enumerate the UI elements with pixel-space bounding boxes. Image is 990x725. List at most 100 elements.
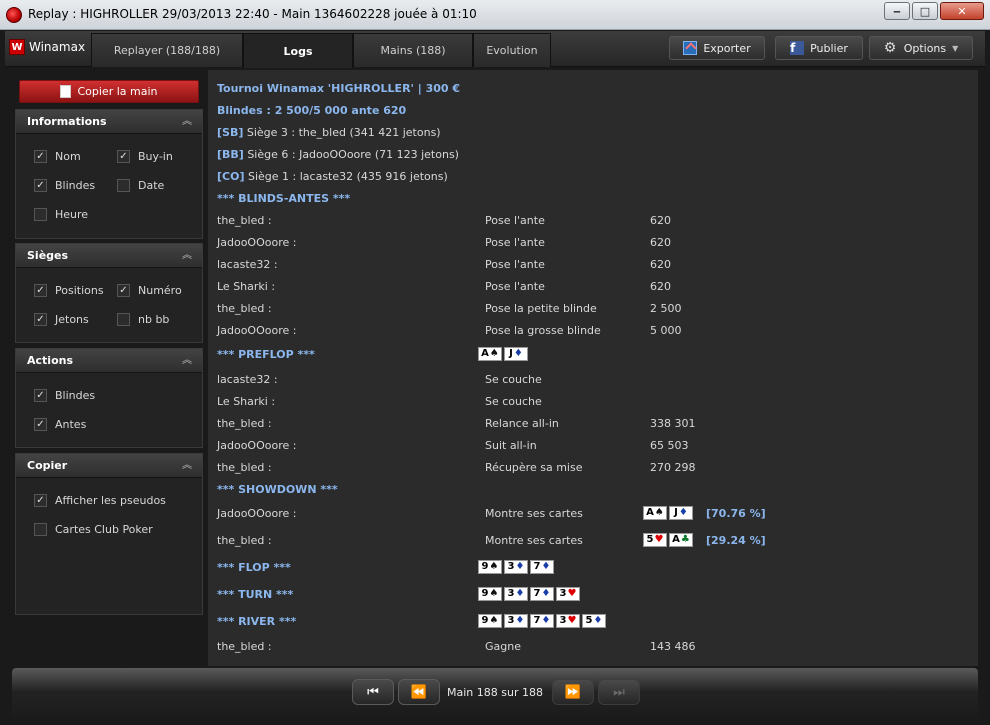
action-text: Pose l'ante [485,236,545,249]
gear-icon: ⚙ [883,40,897,56]
publish-label: Publier [810,41,848,55]
option-nom[interactable]: ✓ Nom [34,150,81,163]
checkbox-unchecked[interactable] [117,179,130,192]
copy-hand-button[interactable]: Copier la main [19,80,199,103]
action-amount: 620 [650,214,671,227]
option-label: Buy-in [138,150,173,163]
next-hand-button[interactable]: ⏩ [552,679,594,705]
checkbox-checked[interactable]: ✓ [117,284,130,297]
option-label: Antes [55,418,87,431]
first-hand-button[interactable]: ⏮ [352,679,394,705]
checkbox-checked[interactable]: ✓ [34,389,47,402]
action-text: Gagne [485,640,521,653]
checkbox-unchecked[interactable] [34,523,47,536]
previous-hand-button[interactable]: ⏪ [398,679,440,705]
window-title: Replay : HIGHROLLER 29/03/2013 22:40 - M… [28,7,477,21]
option-label: Date [138,179,165,192]
action-amount: 2 500 [650,302,682,315]
section-turn: *** TURN *** [217,588,294,601]
playing-card: A ♠ [643,506,667,520]
option-heure[interactable]: Heure [34,208,88,221]
showdown-row: JadooOOoore : Montre ses cartes A ♠ J ♦ [7… [217,506,817,522]
action-text: Pose la grosse blinde [485,324,601,337]
panel-header[interactable]: Copier ︽ [16,454,202,478]
option-blindes-actions[interactable]: ✓ Blindes [34,389,95,402]
player-name: JadooOOoore : [217,507,297,520]
checkbox-unchecked[interactable] [34,208,47,221]
close-icon[interactable]: ✕ [940,2,984,20]
checkbox-unchecked[interactable] [117,313,130,326]
playing-card: 7 ♦ [530,614,554,628]
playing-card: 3 ♦ [504,560,528,574]
checkbox-checked[interactable]: ✓ [34,284,47,297]
option-antes[interactable]: ✓ Antes [34,418,86,431]
maximize-icon[interactable]: □ [912,2,938,20]
tab-logs[interactable]: Logs [243,33,353,68]
tab-mains[interactable]: Mains (188) [353,33,473,67]
player-name: JadooOOoore : [217,324,297,337]
panel-title: Sièges [27,249,69,262]
panel-header[interactable]: Informations ︽ [16,110,202,134]
option-numero[interactable]: ✓ Numéro [117,284,182,297]
action-text: Pose la petite blinde [485,302,597,315]
checkbox-checked[interactable]: ✓ [34,150,47,163]
panel-title: Copier [27,459,68,472]
playing-card: 7 ♦ [530,560,554,574]
seat-text: Siège 3 : the_bled (341 421 jetons) [243,126,441,139]
seat-row: [SB] Siège 3 : the_bled (341 421 jetons) [217,125,441,141]
panel-sieges: Sièges ︽ ✓ Positions ✓ Numéro ✓ Jetons nb b… [15,243,203,343]
options-button[interactable]: ⚙ Options ▼ [869,36,973,60]
action-text: Récupère sa mise [485,461,583,474]
collapse-icon[interactable]: ︽ [182,460,192,470]
collapse-icon[interactable]: ︽ [182,116,192,126]
option-pseudos[interactable]: ✓ Afficher les pseudos [34,494,166,507]
player-name: lacaste32 : [217,373,278,386]
option-club[interactable]: Cartes Club Poker [34,523,153,536]
showdown-row: the_bled : Montre ses cartes 5 ♥ A ♣ [29.2… [217,533,817,549]
minimize-icon[interactable]: ‒ [884,2,910,20]
copy-hand-label: Copier la main [77,85,158,98]
action-row: the_bled : Pose l'ante 620 [217,213,817,229]
export-button[interactable]: Exporter [669,36,765,60]
collapse-icon[interactable]: ︽ [182,250,192,260]
action-amount: 143 486 [650,640,696,653]
playing-card: 9 ♠ [478,560,502,574]
action-amount: 5 000 [650,324,682,337]
panel-header[interactable]: Sièges ︽ [16,244,202,268]
tab-evolution[interactable]: Evolution [473,33,551,67]
action-amount: 270 298 [650,461,696,474]
player-name: the_bled : [217,640,272,653]
window-titlebar: Replay : HIGHROLLER 29/03/2013 22:40 - M… [0,0,990,30]
brand: W Winamax [9,39,85,55]
checkbox-checked[interactable]: ✓ [34,179,47,192]
player-name: Le Sharki : [217,280,276,293]
publish-button[interactable]: f Publier [775,36,863,60]
option-blindes[interactable]: ✓ Blindes [34,179,95,192]
action-amount: 338 301 [650,417,696,430]
playing-card: 3 ♦ [504,614,528,628]
option-nbbb[interactable]: nb bb [117,313,169,326]
action-row: the_bled : Relance all-in 338 301 [217,416,817,432]
panel-header[interactable]: Actions ︽ [16,349,202,373]
blinds-line: Blindes : 2 500/5 000 ante 620 [217,104,407,117]
option-positions[interactable]: ✓ Positions [34,284,104,297]
checkbox-checked[interactable]: ✓ [34,313,47,326]
tab-replayer[interactable]: Replayer (188/188) [91,33,243,67]
collapse-icon[interactable]: ︽ [182,355,192,365]
option-label: nb bb [138,313,170,326]
checkbox-checked[interactable]: ✓ [117,150,130,163]
seat-text: Siège 1 : lacaste32 (435 916 jetons) [244,170,448,183]
option-jetons[interactable]: ✓ Jetons [34,313,89,326]
checkbox-checked[interactable]: ✓ [34,418,47,431]
playing-card: J ♦ [669,506,693,520]
action-row: lacaste32 : Se couche [217,372,817,388]
option-buyin[interactable]: ✓ Buy-in [117,150,173,163]
position-tag: [SB] [217,126,244,139]
section-blinds-antes: *** BLINDS-ANTES *** [217,192,351,205]
preflop-row: *** PREFLOP *** A ♠ J ♦ [217,347,817,363]
last-hand-button[interactable]: ⏭ [598,679,640,705]
action-row: JadooOOoore : Pose l'ante 620 [217,235,817,251]
checkbox-checked[interactable]: ✓ [34,494,47,507]
option-date[interactable]: Date [117,179,164,192]
export-label: Exporter [703,41,751,55]
